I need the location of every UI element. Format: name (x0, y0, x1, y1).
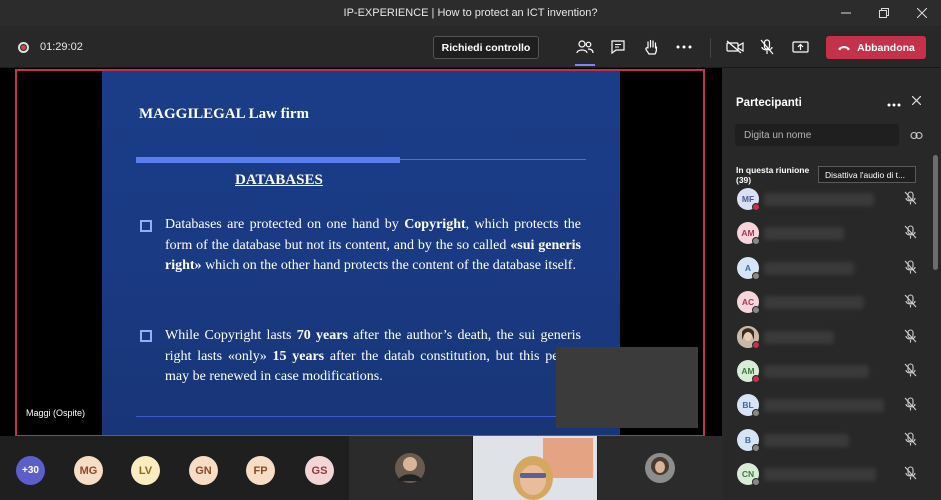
minimize-button[interactable] (827, 0, 865, 26)
chat-icon (611, 39, 625, 54)
people-icon (576, 40, 594, 54)
participant-name-redacted (764, 365, 869, 378)
close-icon (911, 95, 922, 106)
participant-video-icon (395, 453, 425, 483)
close-window-button[interactable] (903, 0, 941, 26)
participant-video-icon (473, 436, 597, 500)
video-tile[interactable] (349, 436, 472, 500)
microphone-off-icon (904, 397, 917, 416)
share-tray-icon (791, 40, 809, 53)
more-icon (676, 45, 692, 49)
presence-status-icon (752, 306, 760, 315)
meeting-timer: 01:29:02 (40, 41, 83, 53)
camera-button[interactable] (725, 37, 745, 57)
participants-gallery: +30 MG LV GN FP GS (0, 436, 722, 500)
leave-meeting-label: Abbandona (857, 41, 915, 54)
presence-status-icon (752, 340, 760, 349)
participants-active-indicator (575, 64, 595, 66)
presence-status-icon (752, 237, 760, 246)
presence-status-icon (752, 443, 760, 452)
more-actions-button[interactable] (674, 37, 694, 57)
participant-name-redacted (764, 433, 849, 447)
window-controls (827, 0, 941, 26)
microphone-off-icon (904, 260, 917, 279)
participant-row[interactable]: BL (722, 388, 932, 422)
microphone-off-icon (904, 329, 917, 348)
participant-row[interactable]: CN (722, 457, 932, 491)
chat-button[interactable] (608, 37, 628, 57)
toolbar-separator (710, 38, 711, 58)
participant-name-redacted (764, 399, 884, 413)
recording-icon (18, 42, 29, 53)
hand-icon (644, 39, 657, 55)
minimize-icon (841, 12, 851, 14)
close-icon (917, 8, 927, 18)
participant-name-redacted (764, 193, 874, 206)
participants-button[interactable] (575, 37, 595, 57)
request-control-button[interactable]: Richiedi controllo (433, 36, 539, 59)
participant-row[interactable]: MF (722, 182, 932, 216)
mute-all-button[interactable]: Disattiva l'audio di t... (818, 166, 916, 183)
microphone-off-icon (760, 39, 774, 55)
participant-name-redacted (764, 227, 844, 241)
presence-status-icon (752, 203, 760, 211)
participant-row[interactable] (722, 320, 932, 354)
microphone-button[interactable] (757, 37, 777, 57)
participant-name-redacted (764, 468, 876, 482)
presence-status-icon (752, 478, 760, 487)
presence-status-icon (752, 375, 760, 383)
panel-title: Partecipanti (736, 97, 802, 109)
video-tile[interactable] (473, 436, 597, 500)
gallery-avatar[interactable]: MG (74, 456, 103, 485)
gallery-avatar[interactable]: LV (131, 456, 160, 485)
panel-close-button[interactable] (911, 94, 922, 108)
more-participants-button[interactable]: +30 (16, 456, 45, 485)
gallery-avatar[interactable]: GS (305, 456, 334, 485)
window-title: IP-EXPERIENCE | How to protect an ICT in… (343, 7, 598, 19)
share-invite-button[interactable] (910, 128, 923, 146)
participant-row[interactable]: B (722, 423, 932, 457)
presenter-name-label: Maggi (Ospite) (26, 408, 86, 418)
leave-meeting-button[interactable]: Abbandona (826, 36, 926, 59)
participant-name-redacted (764, 261, 854, 275)
hang-up-icon (838, 46, 851, 51)
panel-scrollbar[interactable] (933, 155, 938, 270)
participant-name-redacted (764, 296, 864, 310)
panel-more-button[interactable] (887, 94, 901, 110)
gallery-avatar[interactable]: GN (189, 456, 218, 485)
camera-off-icon (726, 40, 744, 54)
microphone-off-icon (904, 466, 917, 485)
participant-row[interactable]: AM (722, 216, 932, 250)
microphone-off-icon (904, 225, 917, 244)
title-bar: IP-EXPERIENCE | How to protect an ICT in… (0, 0, 941, 26)
search-participants-input[interactable] (735, 124, 899, 146)
raise-hand-button[interactable] (641, 37, 661, 57)
presence-status-icon (752, 271, 760, 280)
teams-meeting-window: IP-EXPERIENCE | How to protect an ICT in… (0, 0, 941, 500)
participant-name-redacted (764, 330, 834, 344)
restore-icon (879, 8, 889, 18)
self-view-tile (556, 347, 698, 428)
gallery-avatar[interactable]: FP (246, 456, 275, 485)
participant-row[interactable]: A (722, 251, 932, 285)
microphone-off-icon (904, 294, 917, 313)
link-icon (910, 131, 923, 140)
microphone-off-icon (904, 191, 917, 210)
share-screen-button[interactable] (790, 37, 810, 57)
presence-status-icon (752, 409, 760, 418)
participant-video-icon (645, 453, 675, 483)
more-icon (887, 103, 901, 107)
meeting-toolbar: 01:29:02 Richiedi controllo Abbandona (0, 26, 941, 68)
video-tile[interactable] (598, 436, 722, 500)
participant-row[interactable]: AC (722, 285, 932, 319)
maximize-button[interactable] (865, 0, 903, 26)
microphone-off-icon (904, 432, 917, 451)
participant-row[interactable]: AM (722, 354, 932, 388)
microphone-off-icon (904, 363, 917, 382)
